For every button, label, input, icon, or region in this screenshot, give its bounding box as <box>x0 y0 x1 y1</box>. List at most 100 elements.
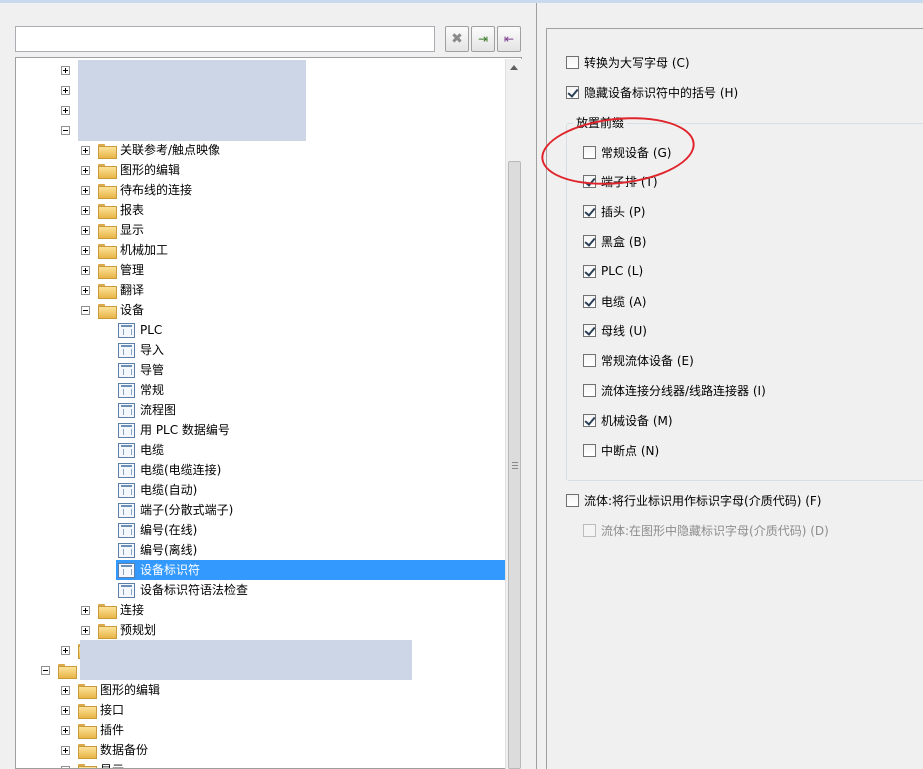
tree-page-node[interactable]: PLC <box>16 320 507 340</box>
prefix-option-checkbox[interactable]: PLC (L) <box>583 263 643 279</box>
tree-folder-node[interactable]: 图形的编辑 <box>16 160 507 180</box>
expand-plus-icon[interactable] <box>61 706 70 715</box>
tree-folder-node[interactable]: 接口 <box>16 700 507 720</box>
tree-folder-node[interactable]: 图形的编辑 <box>16 680 507 700</box>
pane-divider[interactable] <box>536 3 537 769</box>
tree-folder-node[interactable]: 机械加工 <box>16 240 507 260</box>
expand-plus-icon[interactable] <box>81 146 90 155</box>
redacted-region <box>80 640 412 680</box>
prefix-option-checkbox[interactable]: 黑盒 (B) <box>583 233 646 249</box>
tree-page-node[interactable]: 电缆(自动) <box>16 480 507 500</box>
expand-plus-icon[interactable] <box>81 266 90 275</box>
folder-icon <box>98 304 117 319</box>
expand-plus-icon[interactable] <box>61 66 70 75</box>
settings-page-icon <box>118 443 135 458</box>
tree-folder-node[interactable]: 插件 <box>16 720 507 740</box>
tree-folder-node[interactable]: 数据备份 <box>16 740 507 760</box>
expand-plus-icon[interactable] <box>61 106 70 115</box>
tree-page-node[interactable]: 编号(在线) <box>16 520 507 540</box>
tree-page-node[interactable]: 设备标识符 <box>16 560 507 580</box>
tree-page-node[interactable]: 导入 <box>16 340 507 360</box>
hide-brackets-check[interactable] <box>566 85 579 99</box>
tree-node-label: 电缆(自动) <box>140 483 198 497</box>
fluid-industry-checkbox[interactable]: 流体:将行业标识用作标识字母(介质代码) (F) <box>566 492 822 508</box>
expand-plus-icon[interactable] <box>61 686 70 695</box>
prefix-option-check[interactable] <box>583 354 596 368</box>
clear-search-button[interactable]: ✖ <box>445 26 469 52</box>
tree-folder-node[interactable]: 显示 <box>16 760 507 768</box>
tree-search-input[interactable] <box>15 26 435 52</box>
expand-plus-icon[interactable] <box>61 726 70 735</box>
prefix-option-check[interactable] <box>583 443 596 457</box>
settings-page-icon <box>118 563 135 578</box>
tree-page-node[interactable]: 设备标识符语法检查 <box>16 580 507 600</box>
collapse-all-icon: ⇤ <box>503 32 515 46</box>
tree-page-node[interactable]: 导管 <box>16 360 507 380</box>
tree-page-node[interactable]: 用 PLC 数据编号 <box>16 420 507 440</box>
tree-node-label: 显示 <box>98 763 126 768</box>
prefix-option-checkbox[interactable]: 流体连接分线器/线路连接器 (I) <box>583 382 766 398</box>
prefix-option-checkbox[interactable]: 母线 (U) <box>583 323 647 339</box>
prefix-option-check[interactable] <box>583 413 596 427</box>
tree-folder-node[interactable]: 管理 <box>16 260 507 280</box>
uppercase-checkbox[interactable]: 转换为大写字母 (C) <box>566 54 690 70</box>
prefix-option-check[interactable] <box>583 294 596 308</box>
scrollbar-thumb[interactable] <box>508 161 521 769</box>
folder-icon <box>98 184 117 199</box>
prefix-option-checkbox[interactable]: 机械设备 (M) <box>583 412 673 428</box>
expand-plus-icon[interactable] <box>81 286 90 295</box>
tree-page-node[interactable]: 常规 <box>16 380 507 400</box>
expand-plus-icon[interactable] <box>81 166 90 175</box>
tree-folder-node[interactable]: 翻译 <box>16 280 507 300</box>
prefix-option-check[interactable] <box>583 264 596 278</box>
prefix-option-checkbox[interactable]: 电缆 (A) <box>583 293 646 309</box>
expand-plus-icon[interactable] <box>81 186 90 195</box>
tree-folder-node[interactable]: 连接 <box>16 600 507 620</box>
tree-page-node[interactable]: 流程图 <box>16 400 507 420</box>
tree-folder-node[interactable]: 设备 <box>16 300 507 320</box>
expand-plus-icon[interactable] <box>61 86 70 95</box>
tree-folder-node[interactable]: 预规划 <box>16 620 507 640</box>
settings-page-icon <box>118 343 135 358</box>
prefix-option-check[interactable] <box>583 234 596 248</box>
tree-folder-node[interactable]: 显示 <box>16 220 507 240</box>
prefix-option-check[interactable] <box>583 324 596 338</box>
prefix-option-check[interactable] <box>583 205 596 219</box>
expand-plus-icon[interactable] <box>81 606 90 615</box>
expand-plus-icon[interactable] <box>81 206 90 215</box>
hide-brackets-checkbox[interactable]: 隐藏设备标识符中的括号 (H) <box>566 84 738 100</box>
fluid-industry-label: 流体:将行业标识用作标识字母(介质代码) (F) <box>584 493 822 508</box>
expand-plus-icon[interactable] <box>61 646 70 655</box>
folder-icon <box>78 764 97 768</box>
uppercase-check[interactable] <box>566 55 579 69</box>
collapse-all-button[interactable]: ⇤ <box>497 26 521 52</box>
collapse-minus-icon[interactable] <box>81 306 90 315</box>
fluid-hide-checkbox[interactable]: 流体:在图形中隐藏标识字母(介质代码) (D) <box>583 522 829 538</box>
collapse-minus-icon[interactable] <box>41 666 50 675</box>
tree-node-label: 流程图 <box>140 403 177 417</box>
prefix-option-check[interactable] <box>583 383 596 397</box>
scroll-up-icon[interactable] <box>510 65 518 70</box>
tree-page-node[interactable]: 电缆(电缆连接) <box>16 460 507 480</box>
collapse-minus-icon[interactable] <box>61 126 70 135</box>
tree-page-node[interactable]: 电缆 <box>16 440 507 460</box>
settings-page-icon <box>118 363 135 378</box>
tree-folder-node[interactable]: 报表 <box>16 200 507 220</box>
prefix-option-checkbox[interactable]: 中断点 (N) <box>583 442 659 458</box>
tree-folder-node[interactable]: 关联参考/触点映像 <box>16 140 507 160</box>
expand-plus-icon[interactable] <box>61 746 70 755</box>
tree-folder-node[interactable]: 待布线的连接 <box>16 180 507 200</box>
expand-plus-icon[interactable] <box>81 626 90 635</box>
tree-page-node[interactable]: 编号(离线) <box>16 540 507 560</box>
tree-page-node[interactable]: 端子(分散式端子) <box>16 500 507 520</box>
prefix-option-checkbox[interactable]: 插头 (P) <box>583 204 645 220</box>
prefix-option-checkbox[interactable]: 常规流体设备 (E) <box>583 353 694 369</box>
expand-all-button[interactable]: ⇥ <box>471 26 495 52</box>
expand-plus-icon[interactable] <box>81 246 90 255</box>
expand-plus-icon[interactable] <box>81 226 90 235</box>
hide-brackets-label: 隐藏设备标识符中的括号 (H) <box>584 85 739 100</box>
folder-icon <box>98 144 117 159</box>
tree-scrollbar[interactable] <box>505 59 522 769</box>
fluid-industry-check[interactable] <box>566 493 579 507</box>
fluid-hide-check[interactable] <box>583 523 596 537</box>
